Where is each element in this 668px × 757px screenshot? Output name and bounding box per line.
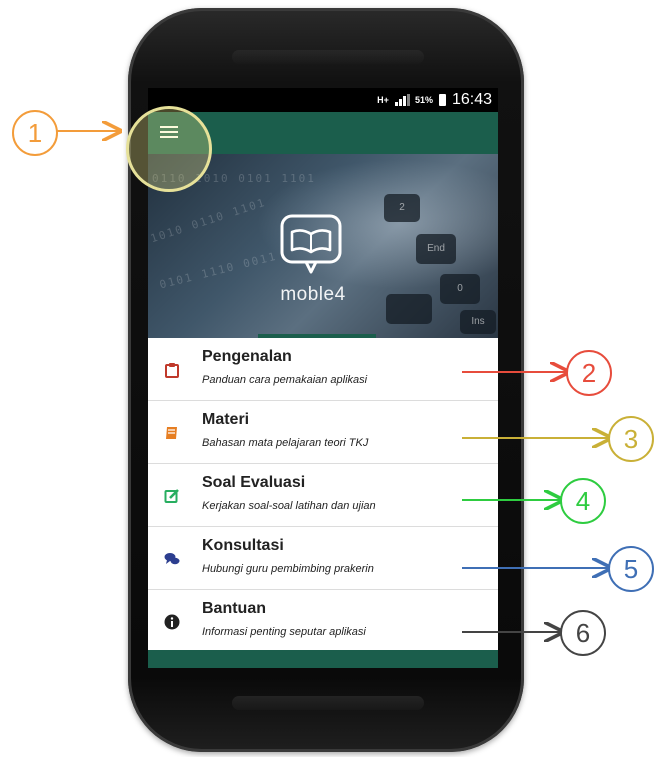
annotation-3: 3 — [608, 416, 654, 462]
annotation-4: 4 — [560, 478, 606, 524]
annotation-6: 6 — [560, 610, 606, 656]
annotation-5: 5 — [608, 546, 654, 592]
annotation-2: 2 — [566, 350, 612, 396]
annotation-1: 1 — [12, 110, 58, 156]
